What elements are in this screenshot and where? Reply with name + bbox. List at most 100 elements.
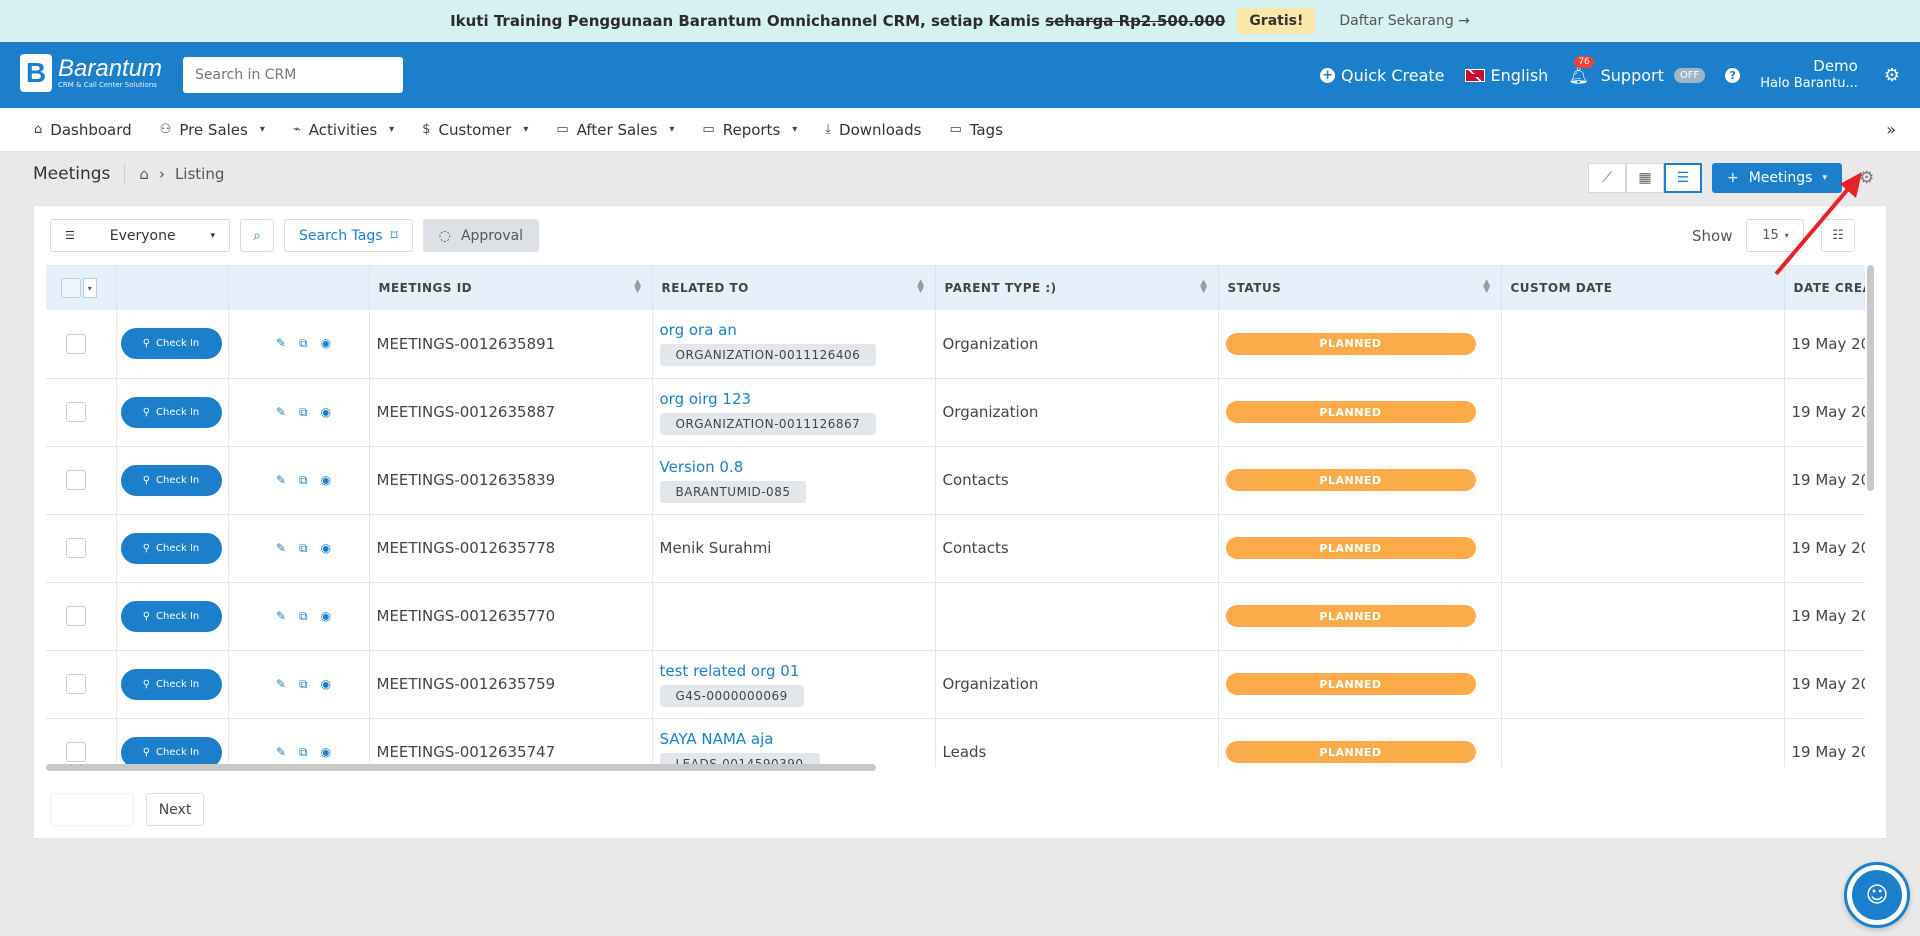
help-button[interactable]: ? [1725, 67, 1741, 83]
duplicate-icon[interactable]: ⧉ [299, 336, 308, 351]
table-row[interactable]: ⚲ Check In ✎ ⧉ ◉ MEETINGS-0012635770 PLANNED 19… [46, 582, 1866, 651]
page-size-select[interactable]: 15 ▾ [1746, 219, 1805, 252]
check-in-button[interactable]: ⚲ Check In [120, 736, 222, 767]
duplicate-icon[interactable]: ⧉ [299, 609, 308, 624]
support-toggle[interactable]: Support OFF [1601, 66, 1706, 85]
duplicate-icon[interactable]: ⧉ [299, 541, 308, 556]
row-checkbox[interactable] [66, 742, 86, 762]
sort-icon[interactable]: ▲ ▼ [1200, 279, 1207, 295]
gear-icon[interactable]: ⚙ [1859, 168, 1874, 188]
promo-banner: Ikuti Training Penggunaan Barantum Omnic… [0, 0, 1920, 42]
brand-logo[interactable]: B Barantum CRM & Call Center Solutions [20, 54, 162, 92]
promo-register-link[interactable]: Daftar Sekarang → [1339, 13, 1470, 29]
column-header-label: STATUS [1227, 281, 1282, 295]
edit-icon[interactable]: ✎ [276, 541, 286, 556]
crm-search-input[interactable] [183, 57, 403, 93]
related-to-link[interactable]: org ora an [660, 321, 928, 339]
view-eye-icon[interactable]: ◉ [321, 677, 331, 692]
duplicate-icon[interactable]: ⧉ [299, 405, 308, 420]
table-row[interactable]: ⚲ Check In ✎ ⧉ ◉ MEETINGS-0012635759 test rela… [46, 650, 1865, 719]
table-row[interactable]: ⚲ Check In ✎ ⧉ ◉ MEETINGS-0012635887 org oirg … [46, 378, 1865, 447]
chart-view-button[interactable]: ⟋ [1588, 163, 1626, 193]
sort-icon[interactable]: ▲ ▼ [634, 279, 641, 295]
column-settings-button[interactable]: ☷ [1821, 219, 1855, 252]
nav-item-tags[interactable]: ▭ Tags [949, 121, 1003, 139]
next-button[interactable]: Next [146, 793, 204, 826]
view-eye-icon[interactable]: ◉ [321, 609, 331, 624]
nav-item-activities[interactable]: ⌁ Activities ▾ [293, 121, 394, 139]
user-menu[interactable]: Demo Halo Barantu... [1760, 57, 1858, 93]
edit-icon[interactable]: ✎ [276, 609, 286, 624]
row-checkbox[interactable] [66, 674, 86, 694]
duplicate-icon[interactable]: ⧉ [299, 745, 308, 760]
search-tags-button[interactable]: Search Tags ⌑ [284, 219, 413, 252]
approval-button[interactable]: ◌ Approval [422, 219, 540, 252]
column-header-custom-date[interactable]: CUSTOM DATE [1501, 266, 1785, 310]
related-to-link[interactable]: org oirg 123 [660, 390, 928, 408]
column-header-related-to[interactable]: RELATED TO ▲ ▼ [652, 266, 936, 310]
edit-icon[interactable]: ✎ [276, 336, 286, 351]
check-in-button[interactable]: ⚲ Check In [120, 668, 222, 700]
edit-icon[interactable]: ✎ [276, 473, 286, 488]
duplicate-icon[interactable]: ⧉ [299, 473, 308, 488]
owner-filter-select[interactable]: ☰ Everyone ▾ [50, 219, 230, 252]
table-row[interactable]: ⚲ Check In ✎ ⧉ ◉ MEETINGS-0012635839 Version 0… [46, 446, 1865, 515]
new-meeting-button[interactable]: + Meetings ▾ [1712, 163, 1842, 193]
check-in-button[interactable]: ⚲ Check In [120, 328, 222, 360]
search-button[interactable]: ⌕ [240, 219, 274, 252]
related-to-link[interactable]: test related org 01 [660, 662, 928, 680]
meetings-table-container[interactable]: ▾ MEETINGS ID ▲ ▼ RELATED TO ▲ ▼ PARENT TYPE :… [46, 265, 1865, 767]
nav-item-customer[interactable]: $ Customer ▾ [422, 121, 528, 139]
nav-item-after-sales[interactable]: ▭ After Sales ▾ [556, 121, 674, 139]
view-eye-icon[interactable]: ◉ [321, 473, 331, 488]
check-in-button[interactable]: ⚲ Check In [120, 396, 222, 428]
view-eye-icon[interactable]: ◉ [321, 405, 331, 420]
notifications-button[interactable]: 🔔︎ 76 [1568, 55, 1594, 85]
language-selector[interactable]: English [1464, 66, 1548, 85]
edit-icon[interactable]: ✎ [276, 405, 286, 420]
table-row[interactable]: ⚲ Check In ✎ ⧉ ◉ MEETINGS-0012635747 SAYA NAMA… [46, 718, 1865, 767]
checkin-cell: ⚲ Check In [116, 582, 229, 651]
related-to-link[interactable]: Version 0.8 [660, 458, 928, 476]
row-checkbox[interactable] [66, 538, 86, 558]
view-eye-icon[interactable]: ◉ [321, 745, 331, 760]
related-to-link[interactable]: SAYA NAMA aja [660, 730, 928, 748]
column-header-status[interactable]: STATUS ▲ ▼ [1218, 266, 1502, 310]
nav-item-dashboard[interactable]: ⌂ Dashboard [34, 121, 132, 139]
view-eye-icon[interactable]: ◉ [321, 336, 331, 351]
calendar-view-button[interactable]: ▦ [1626, 163, 1664, 193]
row-checkbox[interactable] [66, 606, 86, 626]
column-header-parent-type[interactable]: PARENT TYPE :) ▲ ▼ [935, 266, 1219, 310]
sort-icon[interactable]: ▲ ▼ [1483, 279, 1490, 295]
table-row[interactable]: ⚲ Check In ✎ ⧉ ◉ MEETINGS-0012635891 org ora a… [46, 310, 1865, 379]
quick-create-button[interactable]: + Quick Create [1320, 66, 1445, 85]
check-in-button[interactable]: ⚲ Check In [120, 600, 222, 632]
column-header-date-crea[interactable]: DATE CREA [1784, 266, 1865, 310]
sort-icon[interactable]: ▲ ▼ [917, 279, 924, 295]
chevron-down-icon[interactable]: ▾ [83, 278, 97, 298]
table-row[interactable]: ⚲ Check In ✎ ⧉ ◉ MEETINGS-0012635778 Menik Sur… [46, 514, 1865, 583]
nav-item-pre-sales[interactable]: ⚇ Pre Sales ▾ [160, 121, 265, 139]
view-eye-icon[interactable]: ◉ [321, 541, 331, 556]
duplicate-icon[interactable]: ⧉ [299, 677, 308, 692]
list-view-button[interactable]: ☰ [1664, 163, 1702, 193]
live-chat-button[interactable]: ☺ [1844, 862, 1910, 928]
vertical-scrollbar[interactable] [1867, 265, 1874, 491]
horizontal-scrollbar[interactable] [46, 764, 876, 771]
nav-item-downloads[interactable]: ⤓ Downloads [825, 121, 921, 139]
edit-icon[interactable]: ✎ [276, 677, 286, 692]
select-all-checkbox[interactable] [61, 278, 81, 298]
gear-icon[interactable]: ⚙ [1884, 65, 1900, 86]
row-checkbox[interactable] [66, 402, 86, 422]
date-created: 19 May 202 [1791, 607, 1866, 625]
previous-button[interactable] [50, 793, 134, 826]
home-icon[interactable]: ⌂ [139, 165, 149, 183]
edit-icon[interactable]: ✎ [276, 745, 286, 760]
check-in-button[interactable]: ⚲ Check In [120, 532, 222, 564]
row-checkbox[interactable] [66, 333, 86, 354]
expand-nav-icon[interactable]: » [1886, 120, 1896, 139]
check-in-button[interactable]: ⚲ Check In [120, 464, 222, 496]
row-checkbox[interactable] [66, 470, 86, 490]
nav-item-reports[interactable]: ▭ Reports ▾ [702, 121, 797, 139]
column-header-meetings-id[interactable]: MEETINGS ID ▲ ▼ [369, 266, 653, 310]
